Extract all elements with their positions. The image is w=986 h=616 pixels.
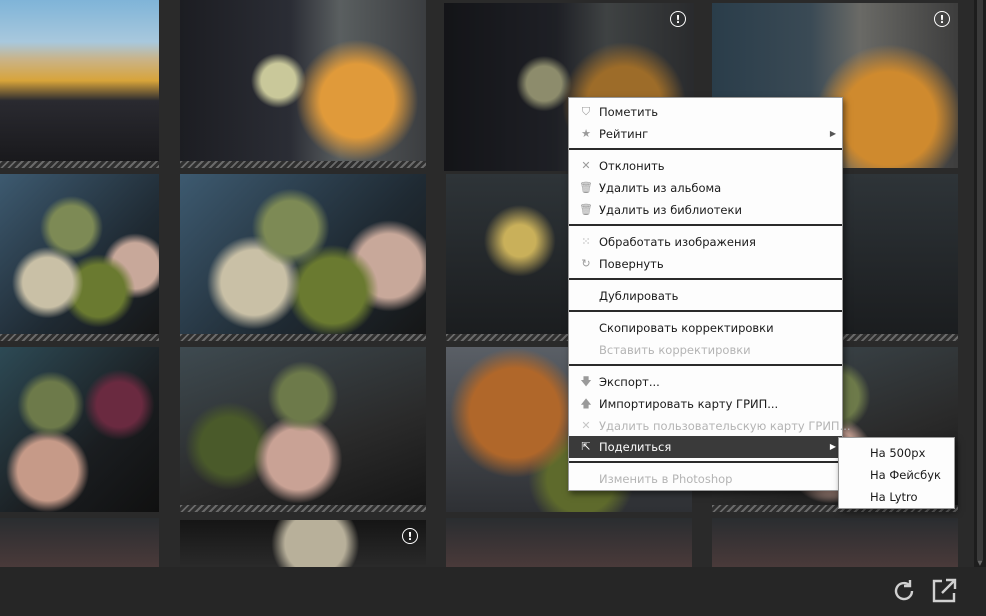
menu-separator <box>569 310 842 312</box>
external-link-icon[interactable] <box>929 576 959 606</box>
star-icon: ★ <box>581 127 591 140</box>
menu-item-export[interactable]: 🡇 Экспорт... <box>569 371 842 393</box>
share-submenu: На 500px На Фейсбук На Lytro <box>838 437 955 509</box>
photo-thumbnail[interactable] <box>180 174 426 341</box>
submenu-item-lytro[interactable]: На Lytro <box>839 486 954 508</box>
submenu-arrow-icon: ▶ <box>829 129 836 138</box>
menu-item-copy-adjustments[interactable]: Скопировать корректировки <box>569 317 842 339</box>
submenu-item-facebook[interactable]: На Фейсбук <box>839 464 954 486</box>
menu-item-paste-adjustments: Вставить корректировки <box>599 343 751 357</box>
refresh-icon[interactable] <box>889 576 919 606</box>
menu-item-duplicate[interactable]: Дублировать <box>569 285 842 307</box>
photo-thumbnail[interactable] <box>180 0 426 168</box>
shield-icon: ⛉ <box>581 105 591 118</box>
menu-item-rating[interactable]: ★ Рейтинг ▶ <box>569 123 842 145</box>
menu-item-rotate[interactable]: ↻ Повернуть <box>569 253 842 275</box>
photo-thumbnail[interactable] <box>446 518 692 567</box>
vertical-scrollbar[interactable]: ▼ <box>974 0 986 567</box>
scrollbar-thumb[interactable] <box>977 0 983 560</box>
arrow-down-icon: 🡇 <box>580 375 592 388</box>
photo-thumbnail[interactable] <box>712 518 958 567</box>
warning-icon: ! <box>670 11 686 27</box>
warning-icon: ! <box>934 11 950 27</box>
photo-thumbnail[interactable] <box>0 0 159 168</box>
submenu-arrow-icon: ▶ <box>829 442 836 451</box>
photo-thumbnail[interactable] <box>180 347 426 512</box>
menu-item-remove-from-library[interactable]: 🗑 Удалить из библиотеки <box>569 199 842 221</box>
photo-thumbnail[interactable]: ! <box>180 520 426 567</box>
menu-item-mark[interactable]: ⛉ Пометить <box>569 101 842 123</box>
menu-item-remove-depth-map: ✕ Удалить пользовательскую карту ГРИП... <box>569 415 850 437</box>
submenu-item-500px[interactable]: На 500px <box>839 442 954 464</box>
context-menu: ⛉ Пометить ★ Рейтинг ▶ ✕ Отклонить 🗑 Удалить … <box>568 97 851 491</box>
menu-separator <box>569 148 842 150</box>
trash-icon: 🗑 <box>579 181 593 194</box>
rotate-icon: ↻ <box>581 257 591 270</box>
arrow-up-icon: 🡅 <box>580 397 592 410</box>
warning-icon: ! <box>402 528 418 544</box>
menu-separator <box>569 364 842 366</box>
photo-thumbnail[interactable] <box>0 347 159 512</box>
bottom-toolbar <box>0 567 986 616</box>
scroll-down-arrow-icon[interactable]: ▼ <box>976 559 984 567</box>
menu-item-import-depth-map[interactable]: 🡅 Импортировать карту ГРИП... <box>569 393 842 415</box>
menu-item-share[interactable]: ⇱ Поделиться ▶ <box>569 436 842 458</box>
x-icon: ✕ <box>581 419 591 432</box>
dots-grid-icon: ⁙ <box>581 235 591 248</box>
trash-icon: 🗑 <box>579 203 593 216</box>
menu-separator <box>569 224 842 226</box>
menu-item-edit-in-photoshop: Изменить в Photoshop <box>599 472 733 486</box>
share-icon: ⇱ <box>581 440 591 453</box>
menu-separator <box>569 461 842 463</box>
menu-item-remove-from-album[interactable]: 🗑 Удалить из альбома <box>569 177 842 199</box>
menu-separator <box>569 278 842 280</box>
menu-item-process-images[interactable]: ⁙ Обработать изображения <box>569 231 842 253</box>
photo-thumbnail[interactable] <box>0 174 159 341</box>
photo-thumbnail[interactable] <box>0 518 159 567</box>
x-icon: ✕ <box>581 159 591 172</box>
menu-item-reject[interactable]: ✕ Отклонить <box>569 155 842 177</box>
